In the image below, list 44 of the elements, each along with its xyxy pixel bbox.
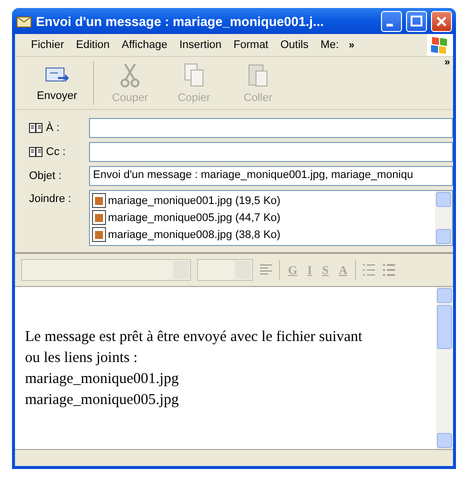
close-button[interactable] (431, 10, 452, 32)
address-book-icon[interactable] (29, 122, 43, 134)
toolbar-overflow[interactable]: » (444, 57, 450, 68)
menu-item[interactable]: Edition (70, 39, 116, 51)
menu-item[interactable]: Insertion (173, 39, 228, 51)
message-text-line: mariage_monique001.jpg (25, 370, 180, 389)
field-label: À : (46, 122, 60, 134)
attachment-item[interactable]: mariage_monique001.jpg (19,5 Ko) (92, 192, 433, 209)
bullet-list-icon[interactable] (382, 263, 396, 277)
field-label: Joindre : (29, 193, 72, 205)
window-title: Envoi d'un message : mariage_monique001.j... (36, 14, 325, 28)
scissors-icon (119, 62, 141, 88)
message-text-line: Le message est prêt à être envoyé avec le fichier suivant (25, 328, 364, 347)
windows-flag-icon (427, 34, 453, 56)
minimize-button[interactable] (381, 10, 402, 32)
menu-item[interactable]: Format (228, 39, 274, 51)
toolbar-button[interactable]: Envoyer (25, 57, 89, 109)
menu-item[interactable]: Fichier (25, 39, 70, 51)
image-file-icon (92, 227, 106, 242)
image-file-icon (92, 193, 106, 208)
align-icon[interactable] (259, 263, 273, 277)
menu-item[interactable]: Outils (274, 39, 314, 51)
menu-item[interactable]: Me: (314, 39, 345, 51)
size-dropdown[interactable] (197, 259, 253, 281)
input-field[interactable]: Envoi d'un message : mariage_monique001.jpg, mariage_moniqu (89, 166, 453, 186)
documents-icon (183, 62, 205, 88)
clipboard-icon (247, 62, 269, 88)
attachment-item[interactable]: mariage_monique008.jpg (38,8 Ko) (92, 226, 433, 243)
attachment-item[interactable]: mariage_monique005.jpg (44,7 Ko) (92, 209, 433, 226)
numbered-list-icon[interactable] (362, 263, 376, 277)
field-label: Objet : (29, 170, 62, 182)
font-dropdown[interactable] (21, 259, 191, 281)
scrollbar[interactable] (435, 191, 452, 245)
address-book-icon[interactable] (29, 146, 43, 158)
menu-overflow[interactable]: » (348, 40, 354, 50)
maximize-button[interactable] (406, 10, 427, 32)
message-text-line: mariage_monique005.jpg (25, 391, 180, 410)
menu-item[interactable]: Affichage (116, 39, 174, 51)
input-field[interactable] (89, 118, 453, 138)
message-text-line: ou les liens joints : (25, 349, 138, 368)
image-file-icon (92, 210, 106, 225)
field-label: Cc : (46, 146, 66, 158)
scrollbar[interactable] (436, 287, 453, 449)
input-field[interactable] (89, 142, 453, 162)
